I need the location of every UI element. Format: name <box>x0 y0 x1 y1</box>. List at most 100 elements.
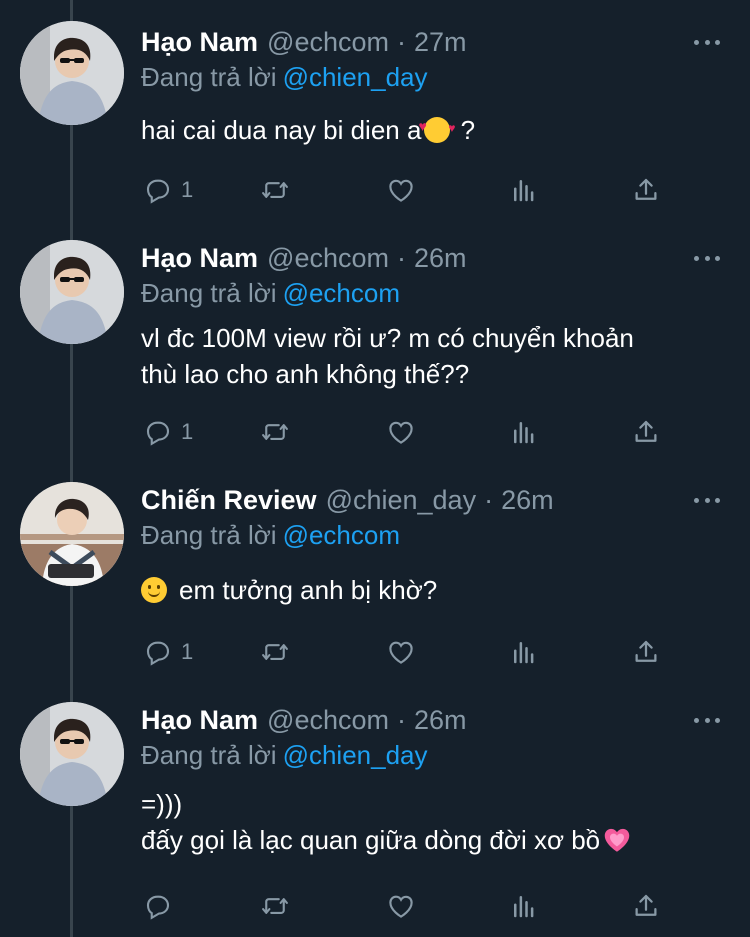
share-icon <box>635 420 657 442</box>
like-button[interactable] <box>386 635 416 669</box>
avatar[interactable] <box>20 482 124 586</box>
retweet-icon <box>262 644 288 660</box>
analytics-icon <box>514 642 534 664</box>
tweet-time[interactable]: 26m <box>414 243 467 274</box>
author-handle[interactable]: @echcom <box>267 27 389 58</box>
reply-icon <box>146 641 170 666</box>
replying-to-label: Đang trả lời <box>141 740 277 770</box>
reply-count: 1 <box>181 639 194 664</box>
tweet[interactable]: Chiến Review @chien_day · 26m Đang trả l… <box>0 482 750 682</box>
replying-to-label: Đang trả lời <box>141 62 277 92</box>
tweet-text-line: hai cai dua nay bi dien a <box>141 115 422 145</box>
tweet-actions: 1 <box>141 635 681 669</box>
replying-to: Đang trả lời @echcom <box>141 520 400 551</box>
author-handle[interactable]: @echcom <box>267 705 389 736</box>
separator-dot: · <box>396 242 406 273</box>
tweet-text-line: vl đc 100M view rồi ư? m có chuyển khoản <box>141 323 634 353</box>
reply-mention-link[interactable]: @echcom <box>283 520 400 550</box>
tweet-text-line: =))) <box>141 789 183 819</box>
tweet-time[interactable]: 27m <box>414 27 467 58</box>
replying-to: Đang trả lời @chien_day <box>141 740 428 771</box>
like-icon <box>389 641 413 664</box>
retweet-icon <box>262 182 288 198</box>
analytics-button[interactable] <box>509 415 539 449</box>
more-icon[interactable] <box>694 248 720 268</box>
reply-count: 1 <box>181 177 194 202</box>
share-icon <box>635 178 657 200</box>
share-button[interactable] <box>631 635 661 669</box>
tweet-time[interactable]: 26m <box>501 485 554 516</box>
replying-to: Đang trả lời @echcom <box>141 278 400 309</box>
reply-icon <box>146 421 170 446</box>
analytics-icon <box>514 422 534 444</box>
retweet-button[interactable] <box>260 415 290 449</box>
like-icon <box>389 895 413 918</box>
more-icon[interactable] <box>694 32 720 52</box>
like-icon <box>389 179 413 202</box>
tweet-text: em tưởng anh bị khờ? <box>141 572 721 608</box>
reply-mention-link[interactable]: @chien_day <box>283 62 428 92</box>
analytics-icon <box>514 896 534 918</box>
retweet-icon <box>262 898 288 914</box>
more-icon[interactable] <box>694 490 720 510</box>
slightly-smiling-face-icon <box>141 577 167 603</box>
reply-mention-link[interactable]: @echcom <box>283 278 400 308</box>
author-name[interactable]: Chiến Review <box>141 485 317 516</box>
analytics-button[interactable] <box>509 889 539 923</box>
separator-dot: · <box>484 484 494 515</box>
replying-to: Đang trả lời @chien_day <box>141 62 428 93</box>
retweet-button[interactable] <box>260 889 290 923</box>
like-icon <box>389 421 413 444</box>
reply-mention-link[interactable]: @chien_day <box>283 740 428 770</box>
tweet[interactable]: Hạo Nam @echcom · 26m Đang trả lời @echco… <box>0 240 750 470</box>
share-button[interactable] <box>631 415 661 449</box>
reply-button[interactable]: 1 <box>143 635 193 669</box>
like-button[interactable] <box>386 173 416 207</box>
share-button[interactable] <box>631 889 661 923</box>
analytics-button[interactable] <box>509 173 539 207</box>
separator-dot: · <box>396 704 406 735</box>
reply-button[interactable] <box>143 889 181 923</box>
tweet-text: =))) đấy gọi là lạc quan giữa dòng đời x… <box>141 786 721 858</box>
reply-button[interactable]: 1 <box>143 415 193 449</box>
share-icon <box>635 894 657 916</box>
tweet-text: vl đc 100M view rồi ư? m có chuyển khoản… <box>141 320 721 392</box>
reply-icon <box>146 895 170 920</box>
replying-to-label: Đang trả lời <box>141 278 277 308</box>
reply-count: 1 <box>181 419 194 444</box>
separator-dot: · <box>396 26 406 57</box>
author-name[interactable]: Hạo Nam <box>141 27 258 58</box>
analytics-icon <box>514 180 534 202</box>
smiling-face-with-hearts-icon <box>418 108 455 146</box>
author-name[interactable]: Hạo Nam <box>141 705 258 736</box>
analytics-button[interactable] <box>509 635 539 669</box>
tweet-text-line: thù lao cho anh không thế?? <box>141 359 470 389</box>
share-button[interactable] <box>631 173 661 207</box>
share-icon <box>635 640 657 662</box>
like-button[interactable] <box>386 889 416 923</box>
tweet-actions: 1 <box>141 415 681 449</box>
tweet-text: hai cai dua nay bi dien a ? <box>141 108 721 148</box>
tweet-actions <box>141 889 681 923</box>
tweet-text-line: ? <box>453 115 476 145</box>
author-name[interactable]: Hạo Nam <box>141 243 258 274</box>
author-handle[interactable]: @echcom <box>267 243 389 274</box>
tweet-time[interactable]: 26m <box>414 705 467 736</box>
avatar[interactable] <box>20 21 124 125</box>
retweet-button[interactable] <box>260 635 290 669</box>
tweet-text-line: em tưởng anh bị khờ? <box>179 575 438 605</box>
more-icon[interactable] <box>694 710 720 730</box>
avatar[interactable] <box>20 702 124 806</box>
tweet[interactable]: Hạo Nam @echcom · 26m Đang trả lời @chien… <box>0 702 750 937</box>
tweet-text-line: đấy gọi là lạc quan giữa dòng đời xơ bồ <box>141 825 601 855</box>
reply-icon <box>146 179 170 204</box>
like-button[interactable] <box>386 415 416 449</box>
author-handle[interactable]: @chien_day <box>326 485 477 516</box>
growing-heart-icon <box>603 827 631 853</box>
reply-button[interactable]: 1 <box>143 173 193 207</box>
avatar[interactable] <box>20 240 124 344</box>
replying-to-label: Đang trả lời <box>141 520 277 550</box>
tweet-actions: 1 <box>141 173 681 207</box>
retweet-button[interactable] <box>260 173 290 207</box>
tweet[interactable]: Hạo Nam @echcom · 27m Đang trả lời @chien… <box>0 21 750 224</box>
